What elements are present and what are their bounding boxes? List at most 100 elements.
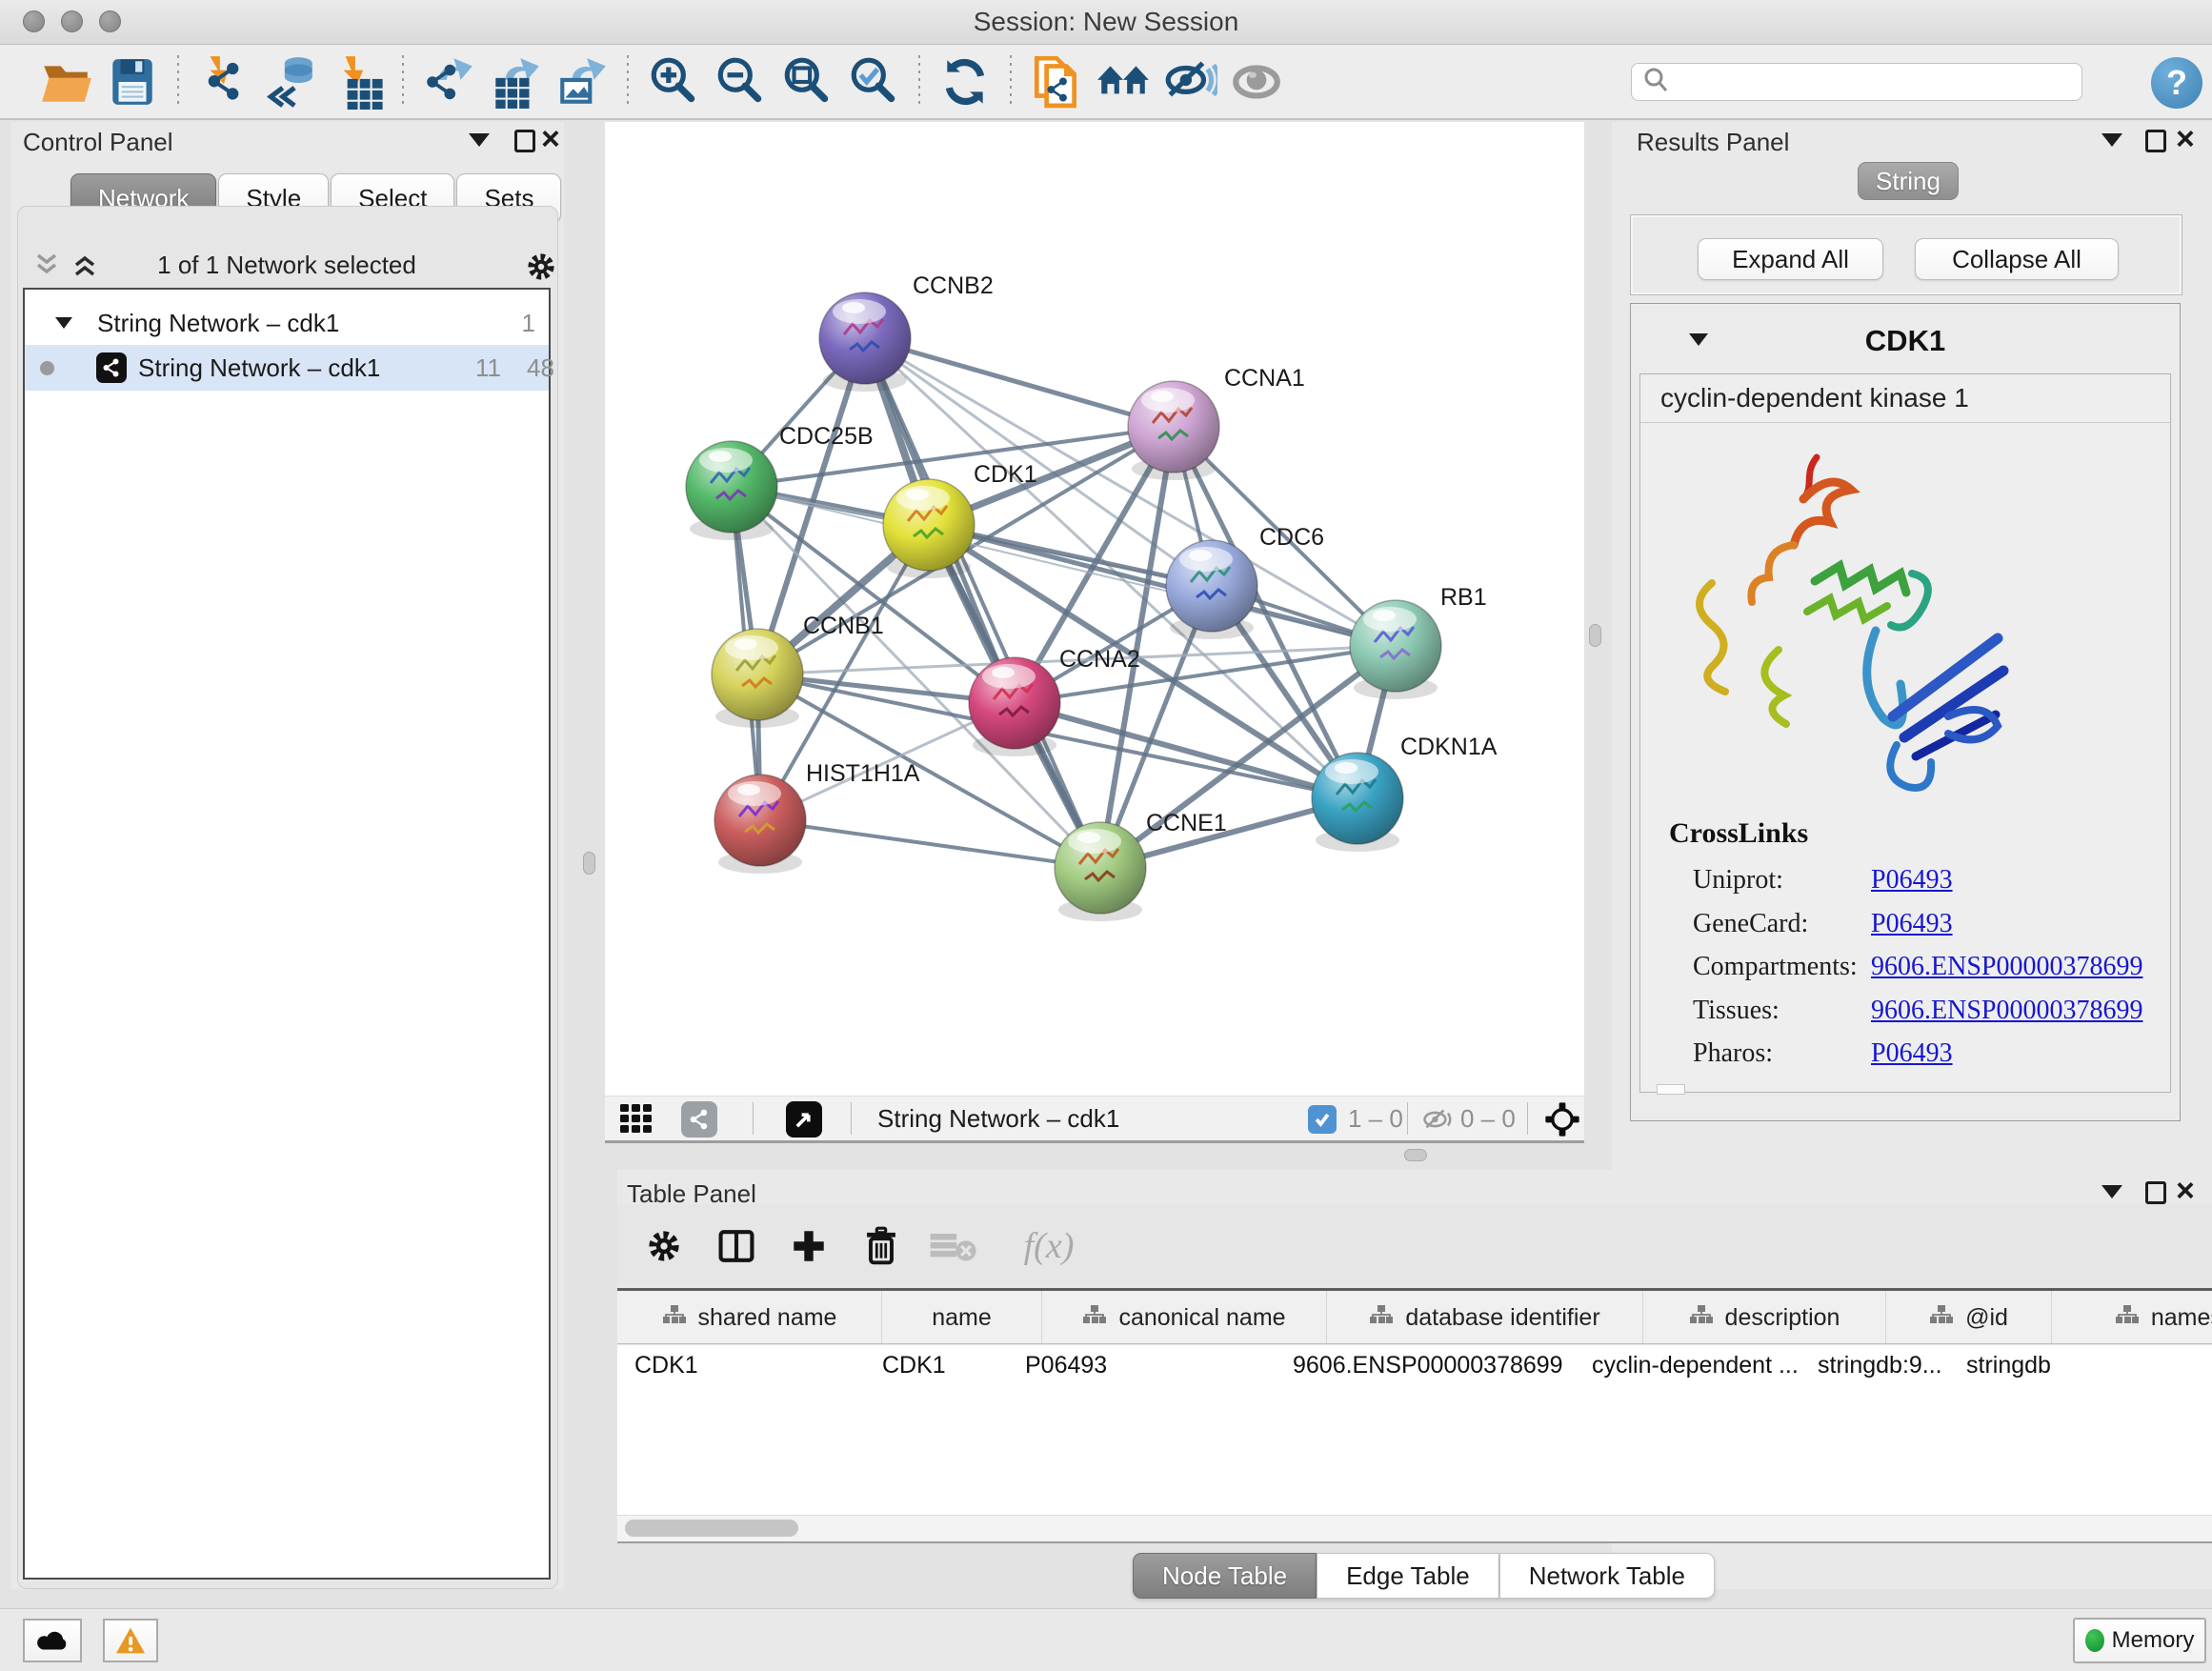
- open-session-button[interactable]: [32, 52, 99, 111]
- node-CDC25B[interactable]: [686, 441, 777, 540]
- home-button[interactable]: [1090, 52, 1156, 111]
- zoom-selected-button[interactable]: [840, 52, 907, 111]
- gene-collapse-icon[interactable]: [1689, 333, 1708, 346]
- table-options-gear-icon[interactable]: [634, 1219, 694, 1273]
- search-field[interactable]: [1631, 63, 2082, 101]
- table-panel-float-icon[interactable]: [2145, 1181, 2166, 1204]
- network-row-label: String Network – cdk1: [138, 353, 380, 383]
- import-network-icon: [196, 54, 251, 110]
- cloud-status-button[interactable]: [23, 1619, 82, 1662]
- import-database-button[interactable]: [257, 52, 324, 111]
- tree-expand-icon[interactable]: [53, 309, 74, 338]
- left-splitter-handle[interactable]: [583, 852, 595, 875]
- network-view-mode-icon[interactable]: [681, 1101, 717, 1137]
- horizontal-splitter-handle[interactable]: [1404, 1149, 1427, 1161]
- help-button[interactable]: ?: [2151, 57, 2202, 109]
- node-label-CDK1: CDK1: [974, 461, 1037, 488]
- node-CDK1[interactable]: [883, 479, 975, 578]
- delete-column-trash-icon[interactable]: [852, 1219, 911, 1273]
- results-panel-collapse-icon[interactable]: [2101, 133, 2122, 147]
- table-panel-collapse-icon[interactable]: [2101, 1185, 2122, 1198]
- node-CCNE1[interactable]: [1055, 822, 1146, 921]
- node-CDKN1A[interactable]: [1312, 753, 1403, 852]
- node-CCNB2[interactable]: [819, 292, 911, 392]
- save-session-button[interactable]: [99, 52, 166, 111]
- import-table-button[interactable]: [324, 52, 391, 111]
- save-session-icon: [105, 54, 160, 110]
- table-panel-close-icon[interactable]: ×: [2176, 1179, 2195, 1202]
- table-row[interactable]: CDK1CDK1P064939606.ENSP00000378699cyclin…: [617, 1345, 2212, 1385]
- grid-view-icon[interactable]: [620, 1104, 653, 1139]
- crosslink-link[interactable]: P06493: [1871, 865, 1953, 896]
- copy-document-button[interactable]: [1023, 52, 1090, 111]
- birds-eye-view-icon[interactable]: [786, 1101, 822, 1137]
- column-header--id[interactable]: @id: [1886, 1291, 2052, 1344]
- show-column-panel-icon[interactable]: [707, 1219, 766, 1273]
- export-table-button[interactable]: [482, 52, 549, 111]
- column-header-namespace[interactable]: namespace: [2052, 1291, 2212, 1344]
- show-all-button[interactable]: [1223, 52, 1290, 111]
- tab-string[interactable]: String: [1858, 162, 1959, 200]
- crosslink-row: Tissues: 9606.ENSP00000378699: [1693, 996, 2169, 1036]
- memory-status-icon: [2085, 1629, 2104, 1652]
- table-cell: P06493: [1008, 1352, 1276, 1379]
- crosslink-link[interactable]: 9606.ENSP00000378699: [1871, 996, 2142, 1026]
- import-network-button[interactable]: [191, 52, 257, 111]
- column-header-description[interactable]: description: [1643, 1291, 1886, 1344]
- table-hscroll-thumb[interactable]: [625, 1520, 798, 1537]
- crosslink-link[interactable]: P06493: [1871, 1038, 1953, 1069]
- network-options-gear-icon[interactable]: [522, 248, 560, 291]
- crosslink-link[interactable]: P06493: [1871, 909, 1953, 939]
- zoom-in-button[interactable]: [640, 52, 707, 111]
- crosslink-link[interactable]: 9606.ENSP00000378699: [1871, 952, 2142, 982]
- table-cell: CDK1: [865, 1352, 1008, 1379]
- zoom-out-button[interactable]: [707, 52, 774, 111]
- node-RB1[interactable]: [1350, 600, 1441, 699]
- home-icon: [1096, 54, 1151, 110]
- node-CCNA2[interactable]: [969, 657, 1060, 756]
- node-CCNB1[interactable]: [712, 629, 803, 728]
- right-splitter-handle[interactable]: [1589, 624, 1601, 647]
- network-view-toolbar: String Network – cdk1 1 – 0 0 – 0: [605, 1096, 1584, 1143]
- export-network-button[interactable]: [415, 52, 482, 111]
- attribute-icon: [1082, 1304, 1107, 1332]
- control-panel-float-icon[interactable]: [514, 130, 535, 152]
- tab-network-table[interactable]: Network Table: [1499, 1553, 1715, 1599]
- node-HIST1H1A[interactable]: [714, 775, 806, 874]
- show-all-icon: [1229, 54, 1284, 110]
- column-header-name[interactable]: name: [882, 1291, 1042, 1344]
- fit-content-crosshair-icon[interactable]: [1544, 1101, 1580, 1142]
- results-hscroll-thumb[interactable]: [1657, 1084, 1685, 1095]
- network-selection-bar: 1 of 1 Network selected: [23, 244, 551, 286]
- gene-section-header[interactable]: CDK1: [1630, 314, 2181, 368]
- memory-button[interactable]: Memory: [2073, 1618, 2206, 1663]
- results-panel-close-icon[interactable]: ×: [2176, 128, 2195, 151]
- tab-edge-table[interactable]: Edge Table: [1317, 1553, 1499, 1599]
- node-CDC6[interactable]: [1166, 540, 1257, 639]
- network-collection-row[interactable]: String Network – cdk1 1: [25, 301, 549, 345]
- results-panel-float-icon[interactable]: [2145, 130, 2166, 152]
- table-hscrollbar[interactable]: [617, 1515, 2212, 1542]
- tab-node-table[interactable]: Node Table: [1133, 1553, 1317, 1599]
- control-panel-collapse-icon[interactable]: [469, 133, 490, 147]
- refresh-button[interactable]: [932, 52, 998, 111]
- network-canvas[interactable]: CCNB2CCNA1CDC25BCDK1CDC6RB1CCNB1CCNA2CDK…: [605, 122, 1584, 1096]
- column-header-canonical-name[interactable]: canonical name: [1042, 1291, 1327, 1344]
- expand-all-button[interactable]: Expand All: [1698, 238, 1883, 280]
- column-header-shared-name[interactable]: shared name: [617, 1291, 882, 1344]
- node-CCNA1[interactable]: [1128, 381, 1219, 480]
- warnings-button[interactable]: [103, 1619, 158, 1662]
- collapse-all-button[interactable]: Collapse All: [1915, 238, 2119, 280]
- control-panel-close-icon[interactable]: ×: [541, 128, 560, 151]
- create-column-plus-icon[interactable]: [779, 1219, 838, 1273]
- zoom-fit-button[interactable]: [774, 52, 840, 111]
- network-type-icon: [96, 352, 127, 383]
- search-input[interactable]: [1670, 68, 2074, 96]
- toolbar-separator: [851, 1102, 852, 1135]
- network-row-selected[interactable]: String Network – cdk1 11 48: [25, 345, 549, 391]
- cloud-icon: [34, 1628, 70, 1653]
- column-header-database-identifier[interactable]: database identifier: [1327, 1291, 1643, 1344]
- hide-selected-button[interactable]: [1156, 52, 1223, 111]
- export-image-button[interactable]: [549, 52, 615, 111]
- selected-checkbox-icon[interactable]: [1308, 1105, 1337, 1134]
